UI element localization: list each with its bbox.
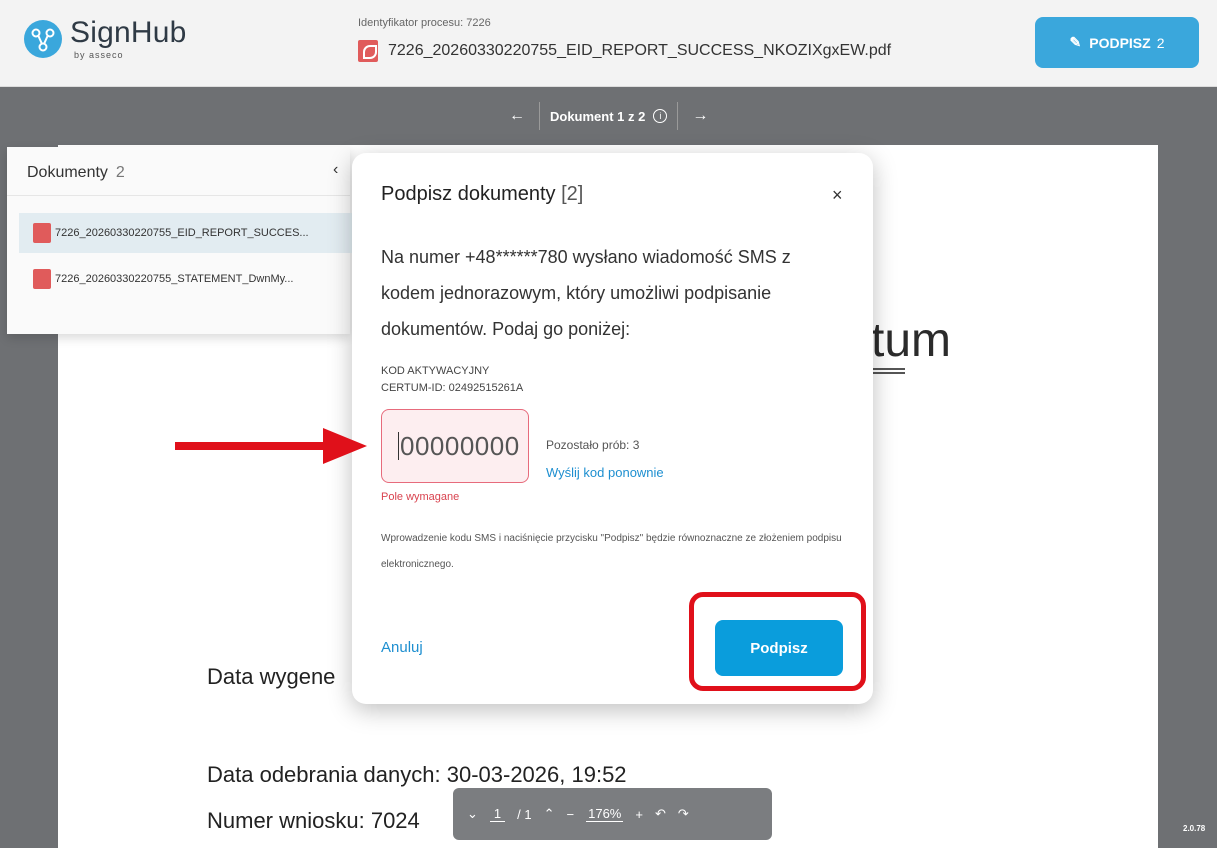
sidebar-item-document-1[interactable]: 7226_20260330220755_EID_REPORT_SUCCES... [19,213,352,253]
zoom-in-icon[interactable]: + [635,807,643,822]
pdf-icon [358,40,378,62]
dialog-title-count: [2] [561,183,584,205]
documents-sidebar: Dokumenty 2 ‹ 7226_20260330220755_EID_REP… [7,147,352,334]
brand-by: by asseco [74,50,124,60]
code-label: KOD AKTYWACYJNY [381,365,490,377]
nav-divider [677,102,679,130]
page-total: / 1 [517,806,532,822]
pdf-icon [33,269,51,289]
sidebar-divider [7,195,350,196]
next-document-icon[interactable]: → [688,107,712,125]
sms-message: Na numer +48******780 wysłano wiadomość … [381,247,791,339]
signhub-logo: SignHub by asseco [24,18,186,60]
current-file: 7226_20260330220755_EID_REPORT_SUCCESS_N… [358,40,891,62]
document-navigation: ← Dokument 1 z 2 i → [505,100,712,132]
sidebar-count: 2 [115,164,125,181]
zoom-level[interactable]: 176% [586,806,624,822]
process-id-label: Identyfikator procesu: 7226 [358,17,491,29]
rotate-left-icon[interactable]: ↶ [655,806,666,822]
red-arrow-annotation [175,428,367,464]
sidebar-item-label: 7226_20260330220755_STATEMENT_DwnMy... [55,273,294,285]
collapse-sidebar-icon[interactable]: ‹ [333,161,338,179]
doc-text-line: Numer wniosku: 7024 [207,808,420,833]
certum-logo-mark [873,368,905,374]
sidebar-item-label: 7226_20260330220755_EID_REPORT_SUCCES... [55,227,309,239]
dialog-title: Podpisz dokumenty [2] [381,183,583,206]
page-number-input[interactable]: 1 [489,806,506,822]
doc-text-line: Data wygene [207,664,336,689]
sidebar-item-document-2[interactable]: 7226_20260330220755_STATEMENT_DwnMy... [19,259,352,299]
file-name: 7226_20260330220755_EID_REPORT_SUCCESS_N… [388,42,892,59]
sidebar-title: Dokumenty 2 [27,164,125,182]
rotate-right-icon[interactable]: ↷ [678,806,689,822]
required-field-error: Pole wymagane [381,491,460,503]
viewer-toolbar: ⌄ 1 / 1 ⌃ − 176% + ↶ ↷ [453,788,772,840]
sidebar-title-label: Dokumenty [27,164,108,181]
pen-icon: ✎ [1069,34,1082,50]
certum-id: CERTUM-ID: 02492515261A [381,382,524,394]
prev-document-icon[interactable]: ← [505,107,529,125]
cancel-link[interactable]: Anuluj [381,639,423,656]
attempts-remaining: Pozostało prób: 3 [546,438,640,452]
close-icon[interactable]: × [832,185,843,206]
resend-code-link[interactable]: Wyślij kod ponownie [546,465,664,480]
signhub-logo-icon [24,20,62,58]
page-up-icon[interactable]: ⌃ [544,806,555,822]
info-icon[interactable]: i [653,109,668,123]
zoom-out-icon[interactable]: − [567,807,575,822]
page-down-icon[interactable]: ⌄ [467,806,478,822]
app-header: SignHub by asseco Identyfikator procesu:… [0,0,1217,87]
dialog-title-label: Podpisz dokumenty [381,183,556,205]
nav-divider [539,102,540,130]
document-counter: Dokument 1 z 2 [550,108,646,124]
pdf-icon [33,223,51,243]
code-placeholder: 00000000 [400,430,520,461]
doc-text-line: Data odebrania danych: 30-03-2026, 19:52 [207,762,627,787]
app-version: 2.0.78 [1183,824,1206,833]
text-caret [398,432,399,460]
sign-all-button[interactable]: ✎ PODPISZ 2 [1035,17,1199,68]
legal-note: Wprowadzenie kodu SMS i naciśnięcie przy… [381,533,842,570]
sign-all-label: PODPISZ [1089,34,1151,51]
sign-button-highlight [689,592,866,691]
sign-all-count: 2 [1156,34,1165,51]
brand-name: SignHub [70,16,187,49]
sms-code-input[interactable]: 00000000 [381,409,529,483]
code-label-block: KOD AKTYWACYJNY CERTUM-ID: 02492515261A [381,363,523,397]
